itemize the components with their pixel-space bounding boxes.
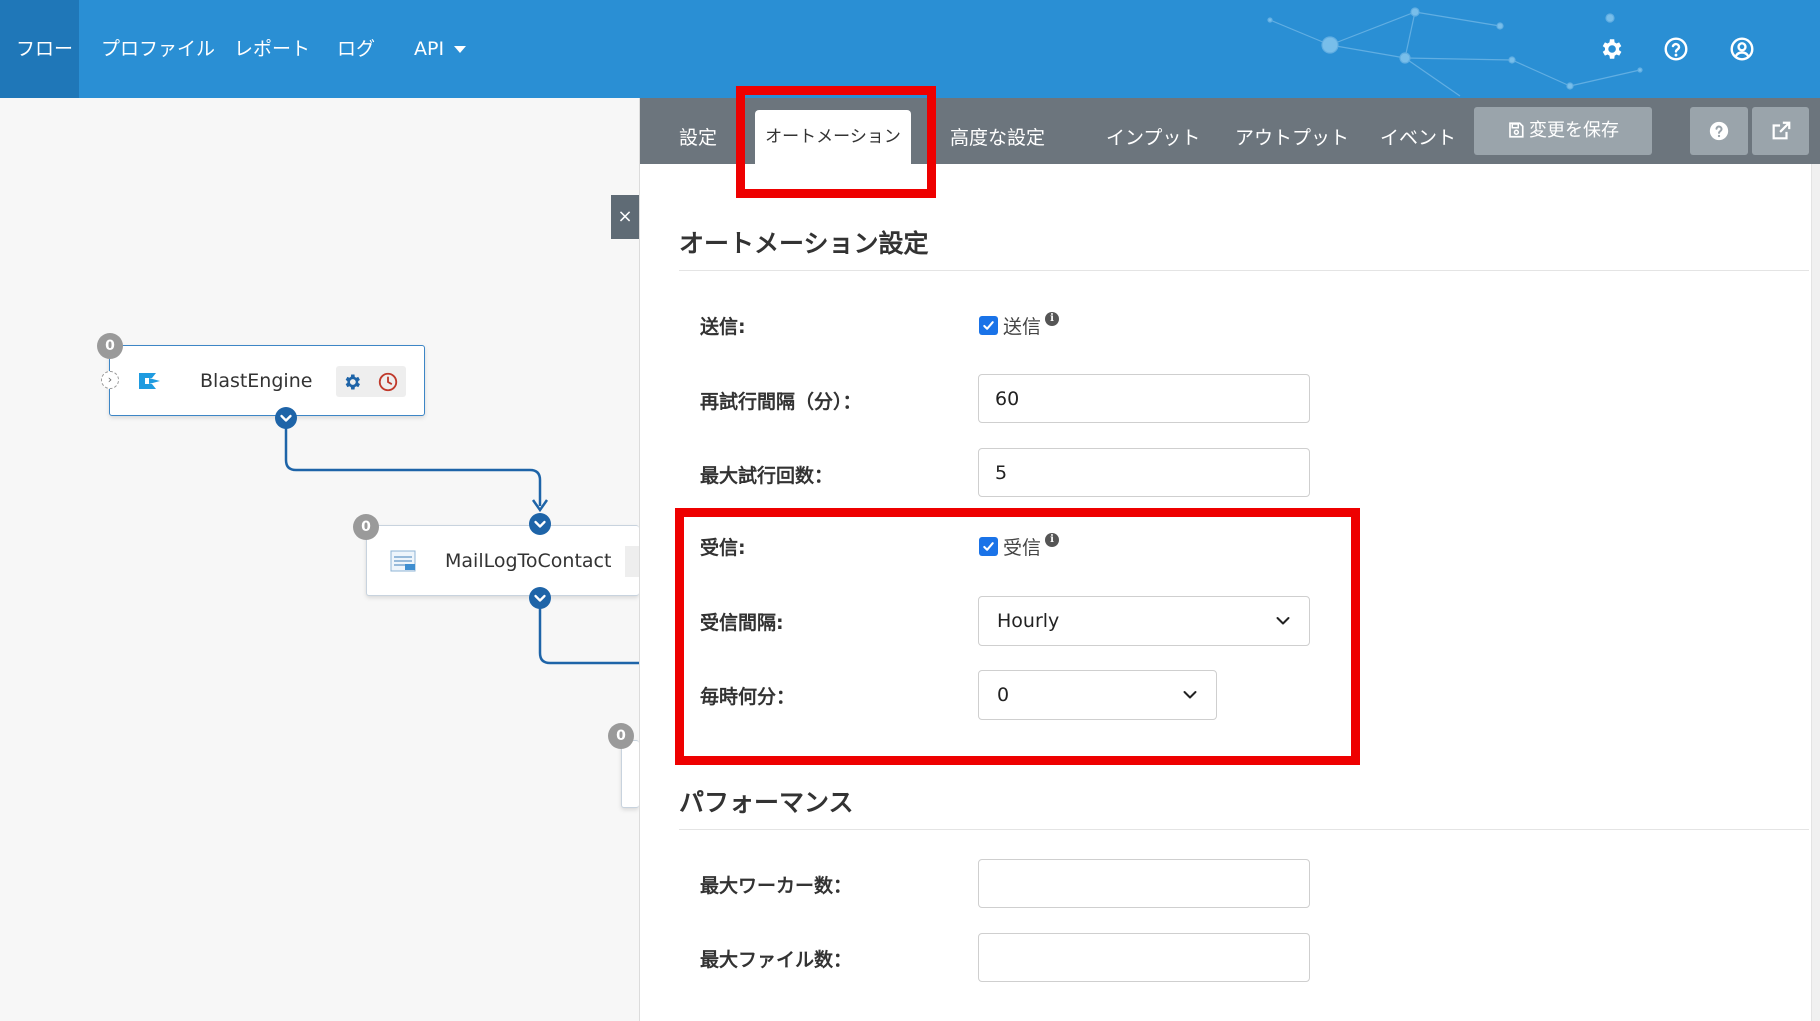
user-circle-icon[interactable] bbox=[1729, 36, 1755, 62]
receive-checkbox-box[interactable] bbox=[979, 537, 998, 556]
node-schedule-clock-icon[interactable] bbox=[377, 371, 399, 393]
node-count-badge: 0 bbox=[353, 514, 379, 540]
panel-tabbar: 設定 オートメーション 高度な設定 インプット アウトプット イベント 変更を保… bbox=[640, 98, 1820, 164]
nav-report[interactable]: レポート bbox=[234, 0, 310, 98]
node-settings-gear-icon[interactable] bbox=[342, 372, 362, 392]
external-link-icon bbox=[1772, 121, 1791, 140]
nav-log-label: ログ bbox=[337, 38, 376, 60]
panel-scrollbar[interactable] bbox=[1811, 164, 1820, 1021]
input-port-chevron-icon[interactable]: › bbox=[101, 371, 119, 389]
panel-help-button[interactable] bbox=[1690, 107, 1748, 155]
panel-open-external-button[interactable] bbox=[1752, 107, 1809, 155]
tab-settings[interactable]: 設定 bbox=[679, 98, 717, 164]
max-retry-input[interactable] bbox=[978, 448, 1310, 497]
nav-api[interactable]: API bbox=[414, 0, 467, 98]
tab-automation[interactable]: オートメーション bbox=[755, 110, 911, 164]
node-action-group bbox=[336, 366, 406, 397]
gear-icon[interactable] bbox=[1598, 36, 1624, 62]
max-workers-label: 最大ワーカー数： bbox=[700, 875, 853, 897]
minute-value: 0 bbox=[997, 684, 1010, 706]
tab-events[interactable]: イベント bbox=[1380, 98, 1456, 164]
receive-checkbox-label: 受信 bbox=[1003, 537, 1042, 559]
nav-report-label: レポート bbox=[234, 38, 311, 60]
receive-checkbox[interactable]: 受信 i bbox=[979, 533, 1060, 559]
nav-profile[interactable]: プロファイル bbox=[101, 0, 215, 98]
network-decoration bbox=[1267, 7, 1643, 97]
tab-output[interactable]: アウトプット bbox=[1235, 98, 1349, 164]
receive-label: 受信: bbox=[700, 537, 746, 559]
flow-node-clipped[interactable] bbox=[621, 740, 639, 808]
send-checkbox-label: 送信 bbox=[1003, 316, 1042, 338]
help-circle-icon[interactable] bbox=[1663, 36, 1689, 62]
node-count-badge: 0 bbox=[608, 723, 634, 749]
tab-input[interactable]: インプット bbox=[1106, 98, 1200, 164]
section-divider bbox=[679, 829, 1809, 830]
max-retry-label: 最大試行回数： bbox=[700, 465, 834, 487]
nav-profile-label: プロファイル bbox=[101, 38, 216, 60]
send-checkbox-box[interactable] bbox=[979, 316, 998, 335]
question-circle-icon bbox=[1709, 121, 1729, 141]
floppy-disk-icon bbox=[1509, 122, 1524, 138]
automation-section-title: オートメーション設定 bbox=[679, 229, 929, 258]
save-changes-label: 変更を保存 bbox=[1529, 120, 1619, 141]
close-panel-button[interactable]: × bbox=[611, 195, 639, 239]
retry-interval-label: 再試行間隔（分）： bbox=[700, 391, 862, 413]
flow-node-maillogtocontact[interactable]: MailLogToContact bbox=[366, 525, 640, 596]
settings-panel: 設定 オートメーション 高度な設定 インプット アウトプット イベント 変更を保… bbox=[639, 98, 1820, 1021]
node-label-maillogtocontact: MailLogToContact bbox=[445, 550, 612, 572]
nav-flow-label: フロー bbox=[16, 38, 74, 60]
nav-api-label: API bbox=[414, 38, 445, 60]
chevron-down-icon bbox=[1276, 617, 1290, 625]
xml-file-icon bbox=[390, 550, 416, 572]
tab-advanced[interactable]: 高度な設定 bbox=[950, 98, 1045, 164]
info-icon[interactable]: i bbox=[1045, 533, 1060, 547]
nav-log[interactable]: ログ bbox=[337, 0, 375, 98]
send-label: 送信: bbox=[700, 316, 746, 338]
chevron-down-icon bbox=[1183, 691, 1197, 699]
nav-flow[interactable]: フロー bbox=[0, 0, 79, 98]
output-port-chevron-icon[interactable] bbox=[275, 407, 297, 429]
minute-label: 毎時何分： bbox=[700, 686, 796, 708]
performance-section-title: パフォーマンス bbox=[679, 788, 854, 817]
receive-interval-value: Hourly bbox=[997, 610, 1060, 632]
save-changes-button[interactable]: 変更を保存 bbox=[1474, 107, 1652, 155]
max-files-label: 最大ファイル数： bbox=[700, 949, 853, 971]
blastengine-logo-icon bbox=[139, 373, 160, 389]
node-label-blastengine: BlastEngine bbox=[200, 370, 313, 392]
output-port-chevron-icon[interactable] bbox=[529, 587, 551, 609]
top-navbar: フロー プロファイル レポート ログ API bbox=[0, 0, 1820, 98]
max-files-input[interactable] bbox=[978, 933, 1310, 982]
caret-down-icon bbox=[454, 46, 467, 53]
node-count-badge: 0 bbox=[97, 333, 123, 359]
node-action-group-clipped bbox=[625, 546, 640, 577]
send-checkbox[interactable]: 送信 i bbox=[979, 312, 1060, 338]
flow-node-blastengine[interactable]: BlastEngine bbox=[109, 345, 425, 416]
retry-interval-input[interactable] bbox=[978, 374, 1310, 423]
max-workers-input[interactable] bbox=[978, 859, 1310, 908]
minute-select[interactable]: 0 bbox=[978, 670, 1217, 720]
receive-interval-select[interactable]: Hourly bbox=[978, 596, 1310, 646]
receive-interval-label: 受信間隔: bbox=[700, 612, 784, 634]
section-divider bbox=[679, 270, 1809, 271]
input-port-chevron-icon[interactable] bbox=[529, 513, 551, 535]
info-icon[interactable]: i bbox=[1045, 312, 1060, 326]
